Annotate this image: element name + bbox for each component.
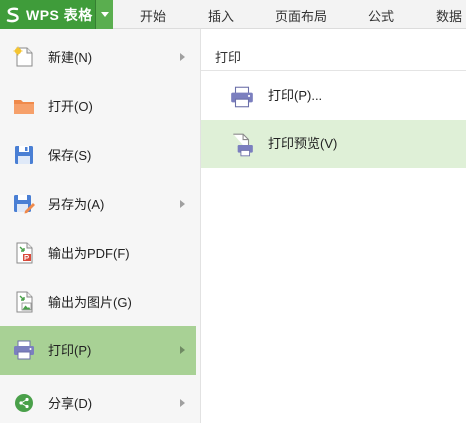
file-menu: 新建(N) 打开(O) 保存(S) 另存为(A) 输出为PDF(F) 输出为图片… <box>0 29 200 423</box>
save-icon <box>12 143 36 167</box>
menu-item-export-image[interactable]: 输出为图片(G) <box>0 278 196 327</box>
menu-item-share[interactable]: 分享(D) <box>0 379 196 423</box>
menu-item-new[interactable]: 新建(N) <box>0 33 196 82</box>
chevron-down-icon[interactable] <box>95 0 113 29</box>
submenu-item-label: 打印(P)... <box>268 88 323 103</box>
tab-home[interactable]: 开始 <box>113 0 193 29</box>
chevron-right-icon <box>180 200 185 208</box>
printer-icon <box>12 338 36 362</box>
chevron-right-icon <box>180 53 185 61</box>
menu-item-label: 输出为图片(G) <box>48 295 132 310</box>
app-title: WPS 表格 <box>26 6 93 23</box>
menu-item-label: 新建(N) <box>48 50 93 65</box>
chevron-right-icon <box>180 399 185 407</box>
divider <box>201 70 466 71</box>
folder-icon <box>12 94 36 118</box>
print-preview-icon <box>229 132 255 158</box>
printer-icon <box>229 84 255 110</box>
submenu-item-label: 打印预览(V) <box>268 136 338 151</box>
menu-item-label: 分享(D) <box>48 396 93 411</box>
app-menu-button[interactable]: WPS 表格 <box>0 0 113 29</box>
ribbon-tabs: 开始 插入 页面布局 公式 数据 <box>113 0 466 29</box>
menu-item-save[interactable]: 保存(S) <box>0 131 196 180</box>
menu-item-export-pdf[interactable]: 输出为PDF(F) <box>0 229 196 278</box>
submenu-item-print-preview[interactable]: 打印预览(V) <box>201 120 466 168</box>
submenu-title: 打印 <box>215 50 242 65</box>
share-icon <box>12 391 36 415</box>
menu-item-label: 打开(O) <box>48 99 93 114</box>
tab-formulas[interactable]: 公式 <box>353 0 409 29</box>
chevron-right-icon <box>180 346 185 354</box>
wps-logo-icon <box>0 0 26 29</box>
tab-insert[interactable]: 插入 <box>193 0 249 29</box>
menu-item-label: 输出为PDF(F) <box>48 246 130 261</box>
menu-item-label: 打印(P) <box>48 343 92 358</box>
menu-item-save-as[interactable]: 另存为(A) <box>0 180 196 229</box>
pdf-icon <box>12 241 36 265</box>
top-bar: WPS 表格 开始 插入 页面布局 公式 数据 <box>0 0 466 29</box>
save-as-icon <box>12 192 36 216</box>
image-icon <box>12 290 36 314</box>
menu-item-label: 保存(S) <box>48 148 92 163</box>
submenu-item-print[interactable]: 打印(P)... <box>201 72 466 120</box>
menu-item-label: 另存为(A) <box>48 197 105 212</box>
tab-page-layout[interactable]: 页面布局 <box>249 0 353 29</box>
menu-item-open[interactable]: 打开(O) <box>0 82 196 131</box>
tab-data[interactable]: 数据 <box>409 0 466 29</box>
new-file-icon <box>12 45 36 69</box>
print-submenu: 打印 打印(P)... 打印预览(V) <box>200 29 466 423</box>
menu-item-print[interactable]: 打印(P) <box>0 326 196 375</box>
